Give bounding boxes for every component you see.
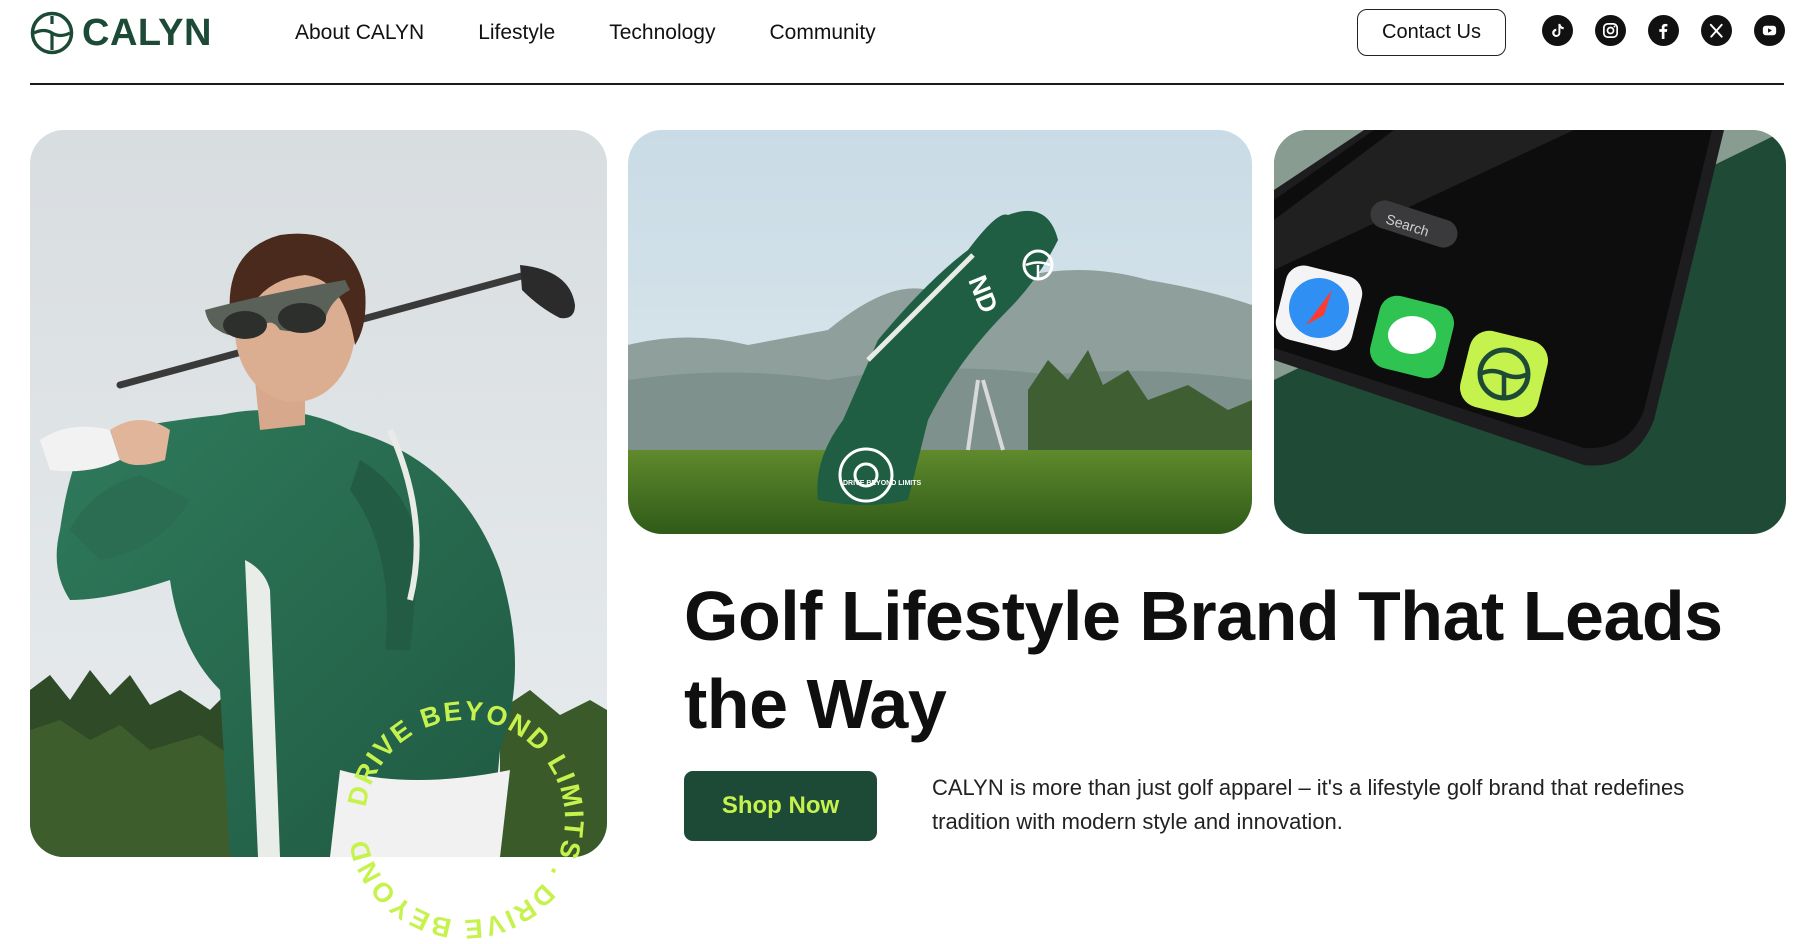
x-icon[interactable] xyxy=(1701,15,1732,46)
contact-us-button[interactable]: Contact Us xyxy=(1357,9,1506,56)
brand-logo[interactable]: CALYN xyxy=(30,11,212,55)
facebook-icon[interactable] xyxy=(1648,15,1679,46)
golf-bag-photo: ND DRIVE BEYOND LIMITS xyxy=(628,130,1252,534)
hero-description: CALYN is more than just golf apparel – i… xyxy=(932,775,1685,834)
bag-print-text: DRIVE BEYOND LIMITS xyxy=(843,480,922,487)
shop-now-button[interactable]: Shop Now xyxy=(684,771,877,841)
app-phone-photo: Search xyxy=(1274,130,1786,534)
brand-name: CALYN xyxy=(82,11,212,54)
hero-headline: Golf Lifestyle Brand That Leads the Way xyxy=(684,577,1723,743)
tiktok-icon[interactable] xyxy=(1542,15,1573,46)
instagram-icon[interactable] xyxy=(1595,15,1626,46)
nav-item-about[interactable]: About CALYN xyxy=(295,18,424,48)
nav-item-technology[interactable]: Technology xyxy=(609,18,715,48)
social-links xyxy=(1542,15,1785,46)
nav-item-lifestyle[interactable]: Lifestyle xyxy=(478,18,555,48)
youtube-icon[interactable] xyxy=(1754,15,1785,46)
site-header: CALYN About CALYN Lifestyle Technology C… xyxy=(30,0,1785,85)
nav-item-community[interactable]: Community xyxy=(769,18,875,48)
golfer-photo xyxy=(30,130,607,857)
main-nav: About CALYN Lifestyle Technology Communi… xyxy=(295,18,876,48)
calyn-logo-icon xyxy=(30,11,74,55)
